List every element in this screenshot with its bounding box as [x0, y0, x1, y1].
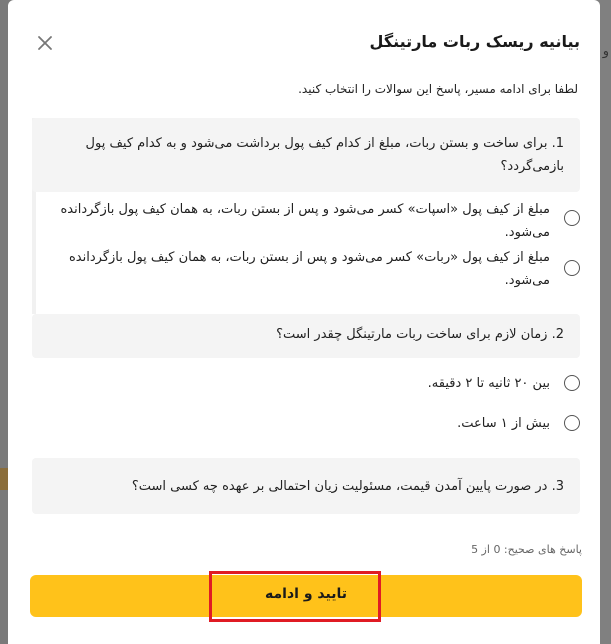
correct-answers-count: پاسخ های صحیح: 0 از 5 — [471, 543, 582, 556]
highlight-annotation — [209, 571, 381, 622]
option-text: بین ۲۰ ثانیه تا ۲ دقیقه. — [427, 376, 550, 391]
question-1-option-1[interactable]: مبلغ از کیف پول «اسپات» کسر می‌شود و پس … — [32, 198, 580, 244]
question-1-text: 1. برای ساخت و بستن ربات، مبلغ از کدام ک… — [85, 136, 564, 174]
background-text: و — [602, 44, 609, 59]
option-text: مبلغ از کیف پول «اسپات» کسر می‌شود و پس … — [60, 202, 550, 240]
radio-button[interactable] — [564, 210, 580, 226]
question-1-option-2[interactable]: مبلغ از کیف پول «ربات» کسر می‌شود و پس ا… — [32, 246, 580, 292]
modal-header: بیانیه ریسک ربات مارتینگل — [8, 22, 600, 70]
question-2: 2. زمان لازم برای ساخت ربات مارتینگل چقد… — [32, 314, 580, 358]
question-2-text: 2. زمان لازم برای ساخت ربات مارتینگل چقد… — [276, 327, 564, 342]
risk-statement-modal: بیانیه ریسک ربات مارتینگل لطفا برای ادام… — [8, 0, 600, 644]
close-button[interactable] — [34, 32, 56, 54]
option-text: بیش از ۱ ساعت. — [457, 416, 550, 431]
background-image-fragment — [0, 468, 8, 490]
question-1: 1. برای ساخت و بستن ربات، مبلغ از کدام ک… — [32, 118, 580, 192]
radio-button[interactable] — [564, 375, 580, 391]
radio-button[interactable] — [564, 415, 580, 431]
radio-button[interactable] — [564, 260, 580, 276]
question-2-option-2[interactable]: بیش از ۱ ساعت. — [32, 412, 580, 435]
close-icon — [38, 36, 52, 50]
option-text: مبلغ از کیف پول «ربات» کسر می‌شود و پس ا… — [69, 250, 550, 288]
question-3-text: 3. در صورت پایین آمدن قیمت، مسئولیت زیان… — [131, 479, 564, 494]
question-3: 3. در صورت پایین آمدن قیمت، مسئولیت زیان… — [32, 458, 580, 514]
intro-text: لطفا برای ادامه مسیر، پاسخ این سوالات را… — [298, 82, 578, 96]
modal-title: بیانیه ریسک ربات مارتینگل — [369, 32, 580, 51]
question-2-option-1[interactable]: بین ۲۰ ثانیه تا ۲ دقیقه. — [32, 372, 580, 395]
